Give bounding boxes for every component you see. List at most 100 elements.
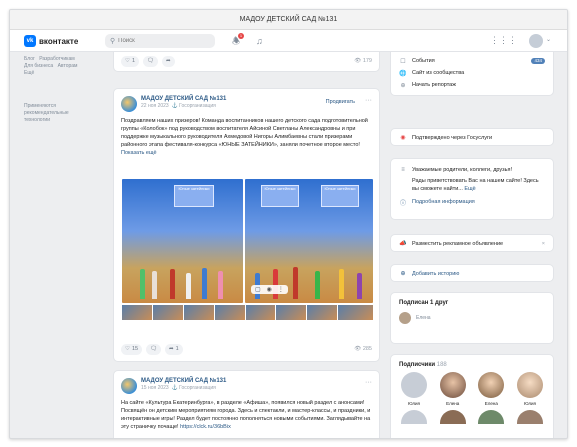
subscriber-item[interactable]: Юлия (515, 372, 545, 406)
ad-card[interactable]: 📣 Разместить рекламное объявление × (390, 234, 554, 252)
post-photo[interactable]: Юные затейники Юные затейники ▢ ◉ ⋮ (245, 179, 373, 303)
more-options-icon[interactable]: ··· (365, 97, 372, 104)
start-stream-row[interactable]: ⊕ Начать репортаж (391, 79, 553, 91)
comment-icon: 🗨 (147, 58, 154, 64)
checkbox-icon: ☐ (400, 58, 406, 65)
vk-logo-mark: vk (24, 35, 36, 47)
footer-link-authors[interactable]: Авторам (58, 63, 78, 70)
chevron-down-icon[interactable]: ⌄ (546, 36, 551, 43)
about-card: ≡ Уважаемые родители, коллеги, друзья! Р… (390, 158, 554, 220)
recommend-caption[interactable]: Применяются рекомендательные технологии (24, 103, 84, 124)
heart-icon: ♡ (125, 58, 130, 64)
close-icon[interactable]: × (542, 241, 545, 247)
left-footer-nav: Блог Разработчикам Для бизнеса Авторам Е… (24, 56, 104, 124)
friend-item[interactable]: Елена (391, 310, 553, 326)
post-date: 15 ноя 2023 ⚓ Госорганизация (141, 385, 216, 391)
info-icon: ⓘ (399, 200, 406, 207)
browser-window: МАДОУ ДЕТСКИЙ САД №131 vk вконтакте ⚲ 🕭1… (9, 9, 568, 439)
footer-link-more[interactable]: Ещё (24, 70, 34, 77)
subscribers-card: Подписчики 188 Юлия Елена Елена Юлия (390, 354, 554, 438)
community-avatar[interactable] (121, 378, 137, 394)
comment-icon: 🗨 (150, 346, 158, 352)
photo-tools: ▢ ◉ ⋮ (251, 285, 288, 294)
about-text: ≡ Уважаемые родители, коллеги, друзья! (391, 165, 553, 175)
bookmark-icon[interactable]: ▢ (255, 286, 261, 293)
avatar (401, 372, 427, 398)
avatar[interactable] (529, 34, 543, 48)
window-title: МАДОУ ДЕТСКИЙ САД №131 (10, 10, 567, 30)
vk-logo[interactable]: vk вконтакте (24, 35, 78, 47)
apps-grid-icon[interactable]: ⋮⋮⋮ (490, 35, 517, 46)
views-count: 👁 179 (354, 58, 372, 64)
prev-post-footer: ♡ 1 🗨 ➦ 👁 179 (113, 52, 380, 72)
comment-button[interactable]: 🗨 (146, 343, 162, 355)
vk-logo-text: вконтакте (39, 36, 79, 46)
verified-org-icon: ⚓ (171, 385, 178, 391)
share-button[interactable]: ➦ (161, 55, 175, 67)
post-text: На сайте «Культура Екатеринбурга», в раз… (121, 400, 371, 430)
bell-icon[interactable]: 🕭 1 (232, 33, 245, 46)
stage-screen: Юные затейники (174, 185, 214, 207)
more-options-icon[interactable]: ··· (365, 379, 372, 386)
add-story-card[interactable]: ⊕ Добавить историю (390, 264, 554, 282)
details-row[interactable]: ⓘ Подробная информация (391, 196, 553, 208)
post-link[interactable]: https://clck.ru/36bBix (180, 424, 231, 430)
about-more-link[interactable]: Ещё (464, 186, 475, 192)
stage-screen: Юные затейники (261, 185, 299, 207)
stage-screen: Юные затейники (321, 185, 359, 207)
gosuslugi-card[interactable]: ◉ Подтверждено через Госуслуги (390, 128, 554, 146)
like-button[interactable]: ♡ 1 (121, 55, 139, 67)
broadcast-icon: ⊕ (400, 82, 406, 89)
community-avatar[interactable] (121, 96, 137, 112)
search-box[interactable]: ⚲ (105, 34, 215, 48)
subscriber-item[interactable]: Юлия (399, 372, 429, 406)
subscriber-item[interactable]: Елена (476, 372, 506, 406)
text-lines-icon: ≡ (401, 167, 405, 173)
eye-icon: 👁 (354, 58, 362, 64)
post-author[interactable]: МАДОУ ДЕТСКИЙ САД №131 (141, 378, 226, 384)
community-actions: ☐ События 434 🌐 Сайт из сообщества ⊕ Нач… (390, 52, 554, 96)
search-input[interactable] (118, 38, 209, 44)
add-story-icon: ⊕ (400, 271, 406, 277)
share-button[interactable]: ➦ 1 (165, 343, 183, 355)
music-icon[interactable]: ♫ (256, 36, 263, 46)
share-icon: ➦ (169, 346, 174, 352)
heart-icon: ♡ (125, 346, 130, 352)
community-site-row[interactable]: 🌐 Сайт из сообщества (391, 67, 553, 79)
footer-link-blog[interactable]: Блог (24, 56, 35, 63)
post-card: МАДОУ ДЕТСКИЙ САД №131 15 ноя 2023 ⚓ Гос… (113, 370, 380, 438)
vk-header: vk вконтакте ⚲ 🕭1 ♫ ⋮⋮⋮ ⌄ (10, 30, 567, 52)
avatar (516, 372, 543, 398)
share-icon: ➦ (165, 58, 171, 64)
avatar (478, 372, 505, 398)
show-more-link[interactable]: Показать ещё (121, 150, 157, 156)
events-count-badge: 434 (531, 58, 545, 64)
subscribers-title[interactable]: Подписчики 188 (391, 355, 553, 372)
gosuslugi-icon: ◉ (400, 135, 406, 141)
more-options-icon[interactable]: ⋮ (278, 286, 284, 293)
eye-icon: 👁 (354, 346, 362, 352)
events-row[interactable]: ☐ События 434 (391, 55, 553, 67)
footer-link-business[interactable]: Для бизнеса (24, 63, 53, 70)
about-text-more: Рады приветствовать Вас на нашем сайте! … (412, 178, 539, 192)
post-photo[interactable]: Юные затейники (122, 179, 243, 303)
search-icon: ⚲ (110, 38, 116, 45)
photo-thumbnails[interactable] (122, 305, 373, 320)
megaphone-icon: 📣 (399, 241, 407, 247)
avatar (439, 372, 466, 398)
like-button[interactable]: ♡ 15 (121, 343, 143, 355)
globe-icon: 🌐 (399, 70, 407, 77)
camera-icon[interactable]: ◉ (267, 286, 272, 293)
feed: ♡ 1 🗨 ➦ 👁 179 МАДОУ ДЕТСКИЙ САД №131 22 н… (113, 52, 380, 438)
promote-button[interactable]: Продвигать (326, 99, 355, 105)
views-count: 👁 285 (354, 346, 372, 352)
friends-title[interactable]: Подписан 1 друг (391, 293, 553, 310)
subscriber-item[interactable]: Елена (438, 372, 468, 406)
footer-link-dev[interactable]: Разработчикам (39, 56, 75, 63)
comment-button[interactable]: 🗨 (143, 55, 158, 67)
notification-badge: 1 (237, 33, 245, 39)
verified-org-icon: ⚓ (171, 103, 178, 109)
post-card: МАДОУ ДЕТСКИЙ САД №131 22 ноя 2023 ⚓ Гос… (113, 88, 380, 362)
friends-card: Подписан 1 друг Елена (390, 292, 554, 344)
post-author[interactable]: МАДОУ ДЕТСКИЙ САД №131 (141, 96, 226, 102)
